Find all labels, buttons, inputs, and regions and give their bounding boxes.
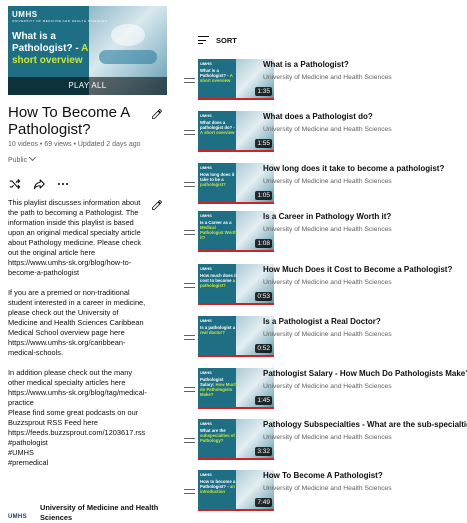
drag-handle-icon[interactable]	[184, 438, 195, 444]
sort-label: SORT	[216, 36, 237, 45]
playlist-video-row[interactable]: UMHS How much does it cost to become a pa…	[182, 264, 467, 312]
watch-progress-bar	[198, 407, 274, 409]
watch-progress-bar	[198, 303, 274, 305]
watch-progress-bar	[198, 458, 274, 460]
playlist-video-row[interactable]: UMHS What is a Pathologist? - A short ove…	[182, 59, 467, 107]
video-channel[interactable]: University of Medicine and Health Scienc…	[263, 279, 392, 286]
video-duration: 1:55	[255, 139, 272, 148]
brand-logo: UMHS	[200, 266, 212, 271]
brand-logo: UMHS	[200, 318, 212, 323]
playlist-description: This playlist discusses information abou…	[8, 198, 147, 467]
playlist-video-row[interactable]: UMHS What are the subspecialties of Patho…	[182, 419, 467, 467]
watch-progress-bar	[198, 250, 274, 252]
video-duration: 0:53	[255, 292, 272, 301]
drag-handle-icon[interactable]	[184, 489, 195, 495]
video-title[interactable]: How Much Does it Cost to Become a Pathol…	[263, 264, 467, 275]
thumbnail-text: Is a pathologist a real doctor?	[200, 325, 236, 335]
video-channel[interactable]: University of Medicine and Health Scienc…	[263, 383, 392, 390]
thumbnail-title: What is a Pathologist? - A short overvie…	[12, 31, 88, 66]
video-duration: 1:05	[255, 191, 272, 200]
privacy-dropdown[interactable]: Public	[8, 153, 37, 164]
video-title[interactable]: What does a Pathologist do?	[263, 111, 467, 122]
play-all-button[interactable]: PLAY ALL	[8, 77, 167, 95]
playlist-title: How To Become A Pathologist?	[8, 104, 130, 138]
playlist-video-row[interactable]: UMHS What does a pathologist do? - A shor…	[182, 111, 467, 159]
playlist-video-row[interactable]: UMHS How long does it take to be a pathol…	[182, 163, 467, 211]
brand-logo: UMHS UNIVERSITY OF MEDICINE AND HEALTH S…	[12, 10, 108, 23]
sort-icon	[198, 36, 209, 45]
chevron-down-icon	[29, 153, 37, 162]
channel-name[interactable]: University of Medicine and Health Scienc…	[40, 503, 160, 523]
playlist-meta: 10 videos • 69 views • Updated 2 days ag…	[8, 141, 141, 148]
brand-logo: UMHS	[200, 113, 212, 118]
video-title[interactable]: What is a Pathologist?	[263, 59, 467, 70]
video-duration: 1:08	[255, 239, 272, 248]
brand-logo: UMHS	[200, 61, 212, 66]
thumbnail-text: How long does it take to be a pathologis…	[200, 172, 235, 187]
edit-description-pencil-icon[interactable]	[151, 199, 163, 211]
watch-progress-bar	[198, 98, 274, 100]
watch-progress-bar	[198, 509, 274, 511]
watch-progress-bar	[198, 202, 274, 204]
video-channel[interactable]: University of Medicine and Health Scienc…	[263, 434, 392, 441]
drag-handle-icon[interactable]	[184, 283, 195, 289]
video-title[interactable]: Pathology Subspecialties - What are the …	[263, 419, 467, 430]
video-title[interactable]: How long does it take to become a pathol…	[263, 163, 467, 174]
video-channel[interactable]: University of Medicine and Health Scienc…	[263, 331, 392, 338]
playlist-thumbnail[interactable]: UMHS UNIVERSITY OF MEDICINE AND HEALTH S…	[8, 6, 167, 95]
drag-handle-icon[interactable]	[184, 78, 195, 84]
watch-progress-bar	[198, 150, 274, 152]
video-duration: 1:45	[255, 396, 272, 405]
more-options-icon[interactable]	[56, 177, 70, 191]
share-icon[interactable]	[32, 177, 46, 191]
playlist-header-panel: UMHS UNIVERSITY OF MEDICINE AND HEALTH S…	[0, 0, 170, 523]
thumbnail-text: How much does it cost to become a pathol…	[200, 273, 237, 288]
shuffle-icon[interactable]	[8, 177, 22, 191]
video-channel[interactable]: University of Medicine and Health Scienc…	[263, 74, 392, 81]
playlist-video-row[interactable]: UMHS Is a Career as a Medical Pathologist…	[182, 211, 467, 259]
brand-logo: UMHS	[200, 213, 212, 218]
brand-logo: UMHS	[200, 421, 212, 426]
thumbnail-text: What are the subspecialties of Pathology…	[200, 428, 235, 443]
video-duration: 3:32	[255, 447, 272, 456]
channel-avatar: UMHS	[8, 505, 32, 523]
brand-logo: UMHS	[200, 165, 212, 170]
playlist-video-row[interactable]: UMHS Pathologist Salary: How Much do Path…	[182, 368, 467, 416]
video-title[interactable]: Is a Pathologist a Real Doctor?	[263, 316, 467, 327]
drag-handle-icon[interactable]	[184, 335, 195, 341]
thumbnail-text: Pathologist Salary: How Much do Patholog…	[200, 377, 238, 397]
thumbnail-text: Is a Career as a Medical Pathologist Wor…	[200, 220, 237, 240]
video-title[interactable]: How To Become A Pathologist?	[263, 470, 467, 481]
video-duration: 7:49	[255, 498, 272, 507]
video-title[interactable]: Is a Career in Pathology Worth it?	[263, 211, 467, 222]
video-title[interactable]: Pathologist Salary - How Much Do Patholo…	[263, 368, 467, 379]
edit-title-pencil-icon[interactable]	[151, 108, 163, 120]
thumbnail-text: What is a Pathologist? - A short overvie…	[200, 68, 233, 83]
watch-progress-bar	[198, 355, 274, 357]
thumbnail-text: What does a pathologist do? - A short ov…	[200, 120, 235, 135]
playlist-video-row[interactable]: UMHS Is a pathologist a real doctor? 0:52 I…	[182, 316, 467, 364]
brand-logo: UMHS	[200, 370, 212, 375]
drag-handle-icon[interactable]	[184, 230, 195, 236]
drag-handle-icon[interactable]	[184, 130, 195, 136]
brand-logo: UMHS	[200, 472, 212, 477]
playlist-video-row[interactable]: UMHS How to become a Pathologist? - an in…	[182, 470, 467, 518]
video-duration: 1:35	[255, 87, 272, 96]
drag-handle-icon[interactable]	[184, 387, 195, 393]
video-channel[interactable]: University of Medicine and Health Scienc…	[263, 226, 392, 233]
drag-handle-icon[interactable]	[184, 182, 195, 188]
privacy-label: Public	[8, 157, 28, 164]
video-duration: 0:52	[255, 344, 272, 353]
video-channel[interactable]: University of Medicine and Health Scienc…	[263, 485, 392, 492]
video-channel[interactable]: University of Medicine and Health Scienc…	[263, 126, 392, 133]
thumbnail-text: How to become a Pathologist? - an introd…	[200, 479, 236, 494]
video-channel[interactable]: University of Medicine and Health Scienc…	[263, 178, 392, 185]
